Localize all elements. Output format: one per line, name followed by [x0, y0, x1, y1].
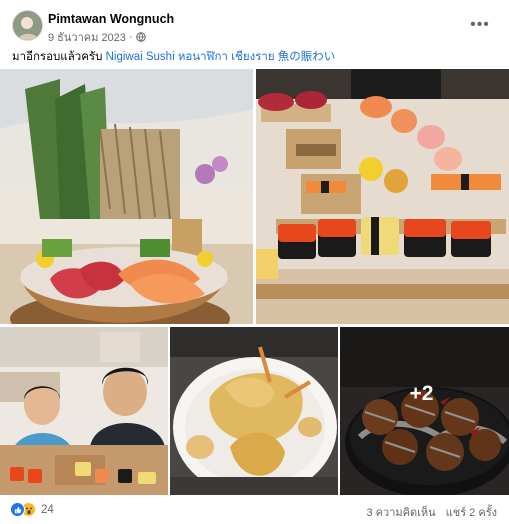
- more-photos-count: +2: [409, 382, 434, 405]
- post-caption: มาอีกรอบแล้วครับ Nigiwai Sushi หอนาฬิกา …: [12, 48, 335, 66]
- comments-count[interactable]: 3 ความคิดเห็น: [366, 503, 435, 521]
- post-meta: 9 ธันวาคม 2023 ·: [48, 28, 146, 46]
- shares-count[interactable]: แชร์ 2 ครั้ง: [446, 503, 497, 521]
- tempura-photo[interactable]: [170, 327, 338, 495]
- caption-link[interactable]: Nigiwai Sushi หอนาฬิกา เชียงราย 魚の賑わい: [106, 51, 336, 63]
- post-header: Pimtawan Wongnuch 9 ธันวาคม 2023 · •••: [12, 10, 499, 44]
- facebook-post: Pimtawan Wongnuch 9 ธันวาคม 2023 · ••• ม…: [0, 0, 509, 524]
- reactions-summary[interactable]: 24: [10, 502, 54, 517]
- post-footer: 24 3 ความคิดเห็น แชร์ 2 ครั้ง: [10, 500, 497, 520]
- sashimi-boat-photo[interactable]: [0, 69, 253, 324]
- like-reaction-icon: [10, 502, 25, 517]
- post-date[interactable]: 9 ธันวาคม 2023: [48, 28, 126, 46]
- more-photos-overlay[interactable]: +2: [340, 327, 509, 495]
- caption-text: มาอีกรอบแล้วครับ: [12, 51, 103, 63]
- sushi-platter-photo[interactable]: [256, 69, 509, 324]
- author-name[interactable]: Pimtawan Wongnuch: [48, 12, 174, 26]
- meta-separator: ·: [128, 31, 133, 43]
- globe-icon: [135, 32, 146, 42]
- more-options-icon[interactable]: •••: [469, 14, 491, 36]
- avatar[interactable]: [12, 10, 43, 41]
- kids-at-restaurant-photo[interactable]: [0, 327, 168, 495]
- reaction-count: 24: [41, 503, 54, 516]
- post-stats: 3 ความคิดเห็น แชร์ 2 ครั้ง: [366, 503, 497, 521]
